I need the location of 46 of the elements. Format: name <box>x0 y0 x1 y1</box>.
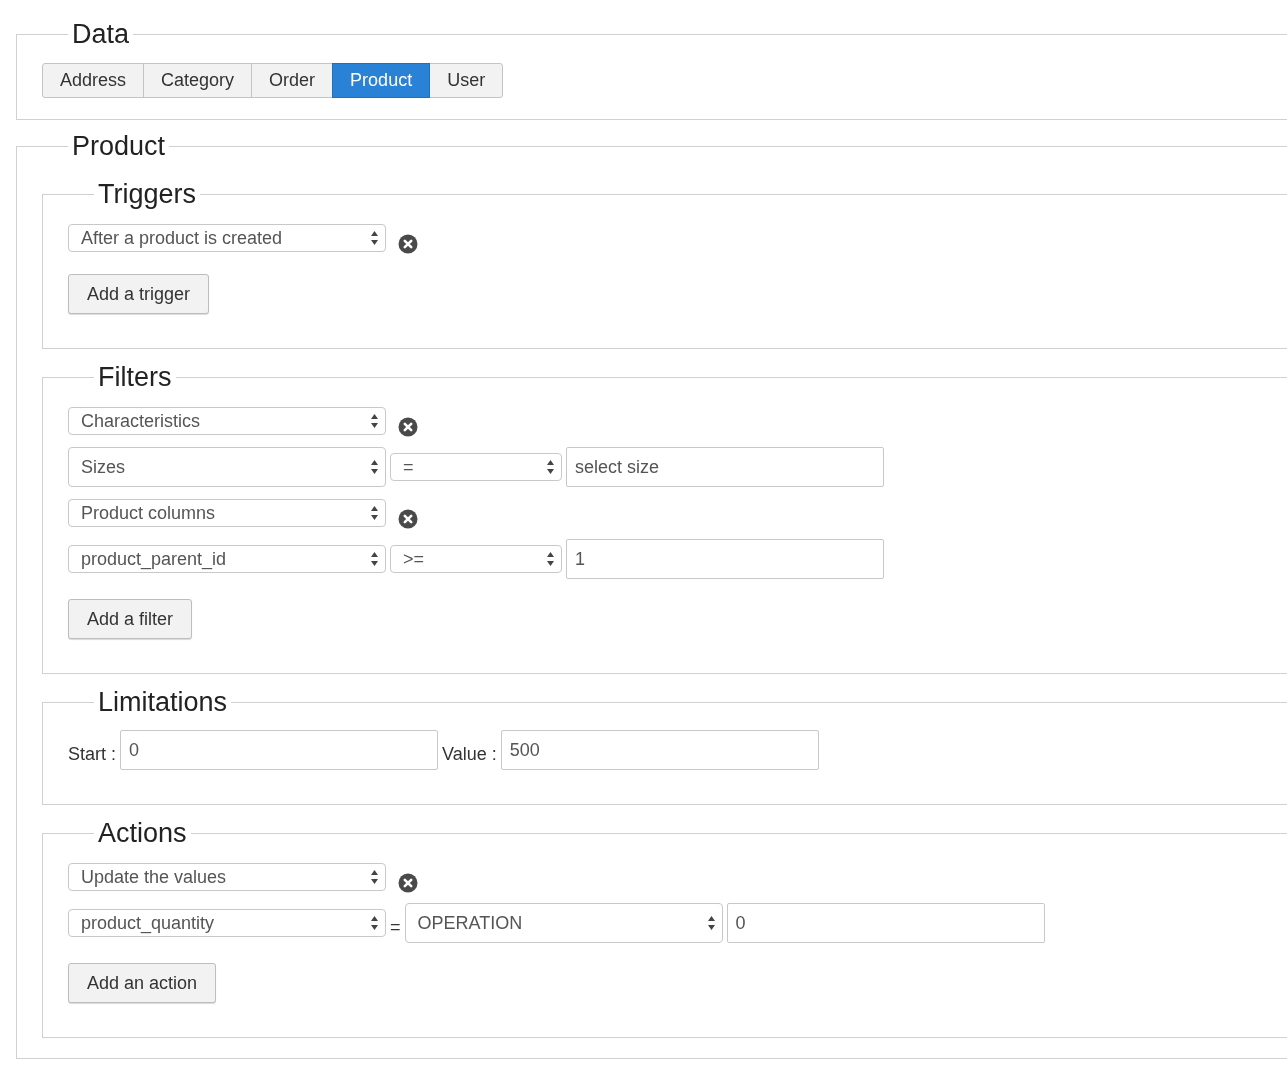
dropdown[interactable]: Characteristics <box>68 407 386 435</box>
field-label: Value : <box>442 743 497 766</box>
select-arrows-icon <box>546 551 555 567</box>
remove-icon[interactable] <box>398 509 418 529</box>
section-legend: Data <box>68 16 134 52</box>
input-field[interactable]: 1 <box>566 539 884 579</box>
select-arrows-icon <box>370 230 379 246</box>
section-legend: Actions <box>94 815 191 851</box>
select-arrows-icon <box>370 413 379 429</box>
input-field[interactable]: 0 <box>726 903 1045 943</box>
add-button[interactable]: Add a filter <box>68 599 193 639</box>
tab[interactable]: Category <box>143 63 253 98</box>
select-arrows-icon <box>370 459 379 475</box>
dropdown[interactable]: After a product is created <box>68 224 386 252</box>
dropdown[interactable]: product_quantity <box>68 909 386 937</box>
dropdown[interactable]: >= <box>390 545 562 573</box>
section-legend: Product <box>68 128 170 164</box>
input-field[interactable]: select size <box>566 447 884 487</box>
dropdown[interactable]: Sizes <box>68 447 386 487</box>
tab[interactable]: User <box>429 63 504 98</box>
field-label: = <box>390 916 401 939</box>
input-field[interactable]: 500 <box>500 730 819 770</box>
tab[interactable]: Order <box>251 63 334 98</box>
dropdown[interactable]: OPERATION <box>404 903 723 943</box>
select-arrows-icon <box>370 505 379 521</box>
remove-icon[interactable] <box>398 873 418 893</box>
section-legend: Triggers <box>94 176 201 212</box>
dropdown[interactable]: Product columns <box>68 499 386 527</box>
field-label: Start : <box>68 743 116 766</box>
tab[interactable]: Address <box>42 63 145 98</box>
select-arrows-icon <box>370 915 379 931</box>
select-arrows-icon <box>546 459 555 475</box>
dropdown[interactable]: Update the values <box>68 863 386 891</box>
tab[interactable]: Product <box>332 63 431 98</box>
dropdown[interactable]: = <box>390 453 562 481</box>
remove-icon[interactable] <box>398 417 418 437</box>
add-button[interactable]: Add an action <box>68 963 217 1003</box>
add-button[interactable]: Add a trigger <box>68 274 210 314</box>
select-arrows-icon <box>370 551 379 567</box>
select-arrows-icon <box>370 869 379 885</box>
dropdown[interactable]: product_parent_id <box>68 545 386 573</box>
section-legend: Filters <box>94 359 176 395</box>
select-arrows-icon <box>706 915 716 931</box>
remove-icon[interactable] <box>398 234 418 254</box>
section-legend: Limitations <box>94 684 232 720</box>
input-field[interactable]: 0 <box>120 730 438 770</box>
